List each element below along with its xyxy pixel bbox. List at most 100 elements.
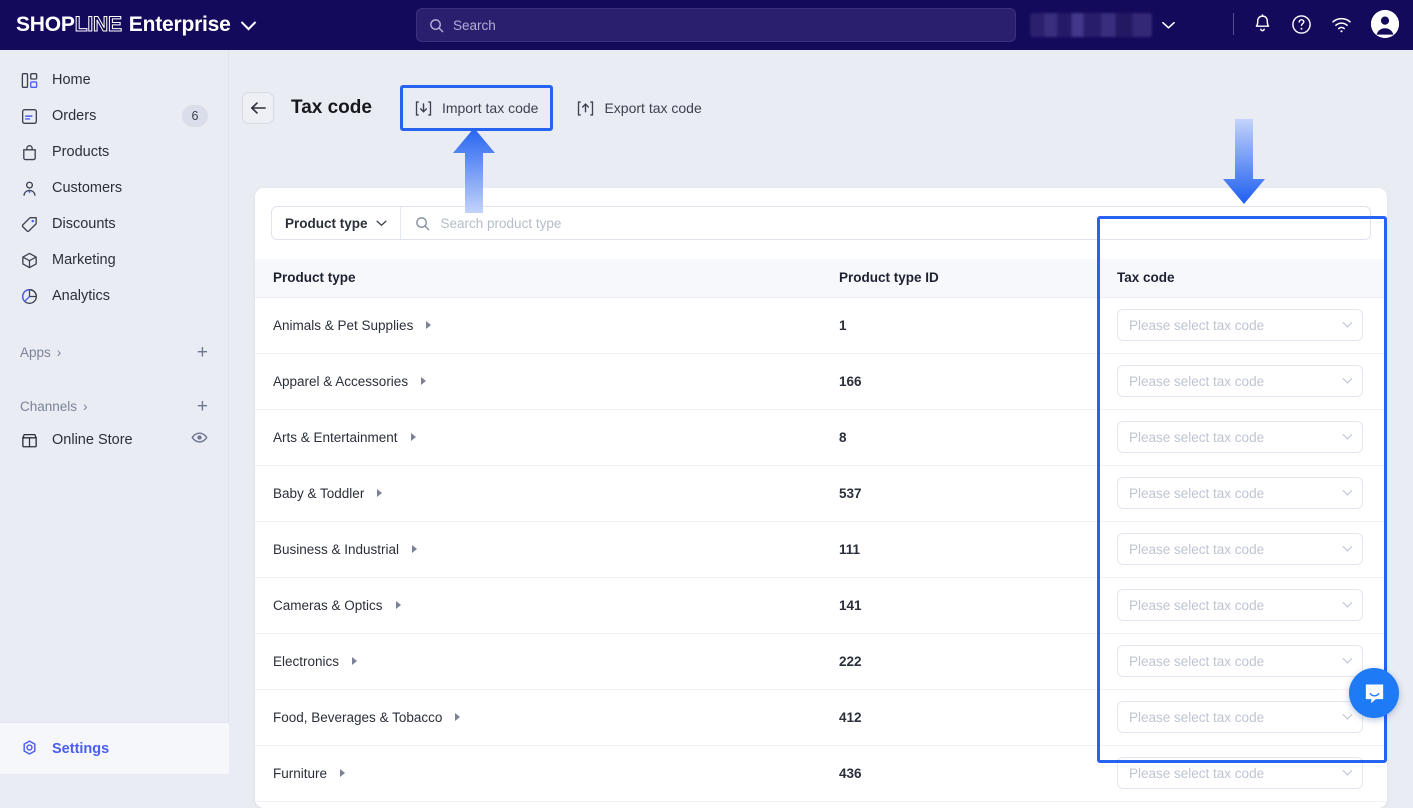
table-row: Business & Industrial 111 Please select ta… — [255, 521, 1387, 578]
page-header: Tax code Import tax code Export tax code — [229, 50, 1413, 140]
store-name-blurred — [1030, 13, 1152, 37]
sidebar-section-channels[interactable]: Channels › + — [10, 390, 218, 422]
tax-code-select-placeholder: Please select tax code — [1129, 653, 1265, 669]
product-type-search-placeholder: Search product type — [440, 215, 562, 231]
product-type-id-value: 8 — [839, 429, 847, 445]
logo-line-text: LINE — [74, 13, 122, 37]
expand-caret-icon[interactable] — [395, 601, 401, 609]
marketing-cube-icon — [22, 252, 37, 268]
logo-enterprise-text: Enterprise — [128, 13, 231, 36]
tax-code-select-placeholder: Please select tax code — [1129, 709, 1265, 725]
cell-product-type-id: 166 — [821, 353, 1099, 410]
avatar[interactable] — [1371, 10, 1399, 38]
avatar-icon — [1371, 10, 1399, 38]
export-tax-code-button[interactable]: Export tax code — [563, 89, 715, 127]
sidebar-section-label: Apps — [20, 344, 51, 360]
sidebar-item-label: Online Store — [52, 432, 133, 448]
product-type-id-value: 166 — [839, 373, 862, 389]
sidebar-item-products[interactable]: Products — [10, 134, 218, 170]
tax-code-select[interactable]: Please select tax code — [1117, 533, 1363, 565]
product-type-id-value: 111 — [839, 541, 861, 557]
sidebar-item-customers[interactable]: Customers — [10, 170, 218, 206]
expand-caret-icon[interactable] — [377, 489, 383, 497]
cell-product-type-id: 436 — [821, 745, 1099, 802]
product-type-search-input[interactable]: Search product type — [401, 216, 1370, 231]
sidebar-item-settings[interactable]: Settings — [0, 722, 229, 774]
chat-support-button[interactable] — [1349, 668, 1399, 718]
table-header-row: Product type Product type ID Tax code — [255, 259, 1387, 298]
expand-caret-icon[interactable] — [455, 713, 461, 721]
cell-product-type-id: 1 — [821, 297, 1099, 354]
tax-code-select[interactable]: Please select tax code — [1117, 421, 1363, 453]
cell-tax-code: Please select tax code — [1099, 297, 1387, 354]
bell-icon[interactable] — [1253, 13, 1272, 35]
expand-caret-icon[interactable] — [410, 433, 416, 441]
sidebar-item-home[interactable]: Home — [10, 62, 218, 98]
tax-code-select[interactable]: Please select tax code — [1117, 757, 1363, 789]
sidebar-item-label: Analytics — [52, 288, 111, 304]
add-app-button[interactable]: + — [197, 343, 208, 362]
arrow-left-icon — [250, 102, 266, 114]
import-tax-code-button[interactable]: Import tax code — [399, 85, 554, 131]
product-type-id-value: 537 — [839, 485, 862, 501]
add-channel-button[interactable]: + — [197, 397, 208, 416]
settings-gear-icon — [23, 740, 36, 755]
table-row: Animals & Pet Supplies 1 Please select tax… — [255, 297, 1387, 354]
expand-caret-icon[interactable] — [426, 321, 432, 329]
tax-code-select[interactable]: Please select tax code — [1117, 701, 1363, 733]
table-row: Food, Beverages & Tobacco 412 Please selec… — [255, 689, 1387, 746]
brand-logo[interactable]: SHOP LINE Enterprise — [16, 13, 231, 37]
product-type-id-value: 1 — [839, 317, 847, 333]
preview-store-button[interactable] — [191, 429, 208, 451]
table-row: Apparel & Accessories 166 Please select ta… — [255, 353, 1387, 410]
product-type-label: Baby & Toddler — [273, 485, 365, 501]
chevron-down-icon — [1342, 541, 1353, 552]
sidebar-item-discounts[interactable]: Discounts — [10, 206, 218, 242]
sidebar-item-label: Products — [52, 144, 110, 160]
global-search-input[interactable]: Search — [416, 8, 1016, 42]
tax-code-select[interactable]: Please select tax code — [1117, 645, 1363, 677]
cell-tax-code: Please select tax code — [1099, 353, 1387, 410]
tax-code-select[interactable]: Please select tax code — [1117, 477, 1363, 509]
tax-code-select[interactable]: Please select tax code — [1117, 309, 1363, 341]
sidebar-item-analytics[interactable]: Analytics — [10, 278, 218, 314]
tax-code-table: Product type Product type ID Tax code An… — [255, 259, 1387, 802]
cell-product-type: Electronics — [255, 633, 821, 690]
expand-caret-icon[interactable] — [421, 377, 427, 385]
expand-caret-icon[interactable] — [352, 657, 358, 665]
chevron-down-icon — [1342, 653, 1353, 664]
expand-caret-icon[interactable] — [412, 545, 418, 553]
tax-code-select-placeholder: Please select tax code — [1129, 429, 1265, 445]
product-type-filter-dropdown[interactable]: Product type — [272, 207, 401, 239]
product-type-id-value: 141 — [839, 597, 862, 613]
global-search-placeholder: Search — [453, 17, 496, 33]
cell-product-type: Cameras & Optics — [255, 577, 821, 634]
main-content: Tax code Import tax code Export tax code… — [229, 50, 1413, 808]
top-navigation-bar: SHOP LINE Enterprise Search — [0, 0, 1413, 50]
tax-code-select[interactable]: Please select tax code — [1117, 589, 1363, 621]
product-type-id-value: 412 — [839, 709, 862, 725]
question-circle-icon[interactable] — [1291, 14, 1312, 35]
sidebar-item-label: Discounts — [52, 216, 116, 232]
import-tax-code-label: Import tax code — [441, 100, 539, 116]
tax-code-select-placeholder: Please select tax code — [1129, 541, 1265, 557]
cell-tax-code: Please select tax code — [1099, 409, 1387, 466]
cell-tax-code: Please select tax code — [1099, 465, 1387, 522]
chevron-down-icon — [1342, 429, 1353, 440]
sidebar-item-marketing[interactable]: Marketing — [10, 242, 218, 278]
back-button[interactable] — [242, 92, 274, 124]
tax-code-select[interactable]: Please select tax code — [1117, 365, 1363, 397]
tax-code-select-placeholder: Please select tax code — [1129, 765, 1265, 781]
cell-product-type-id: 141 — [821, 577, 1099, 634]
chevron-down-icon — [1342, 485, 1353, 496]
product-type-id-value: 222 — [839, 653, 862, 669]
wifi-icon[interactable] — [1331, 16, 1352, 33]
store-selector[interactable] — [1030, 13, 1175, 37]
chevron-down-icon[interactable] — [240, 14, 256, 30]
sidebar-item-orders[interactable]: Orders 6 — [10, 98, 218, 134]
expand-caret-icon[interactable] — [340, 769, 346, 777]
analytics-pie-icon — [21, 288, 38, 304]
sidebar-section-apps[interactable]: Apps › + — [10, 336, 218, 368]
sidebar-item-online-store[interactable]: Online Store — [10, 422, 218, 458]
tax-code-select-placeholder: Please select tax code — [1129, 373, 1265, 389]
